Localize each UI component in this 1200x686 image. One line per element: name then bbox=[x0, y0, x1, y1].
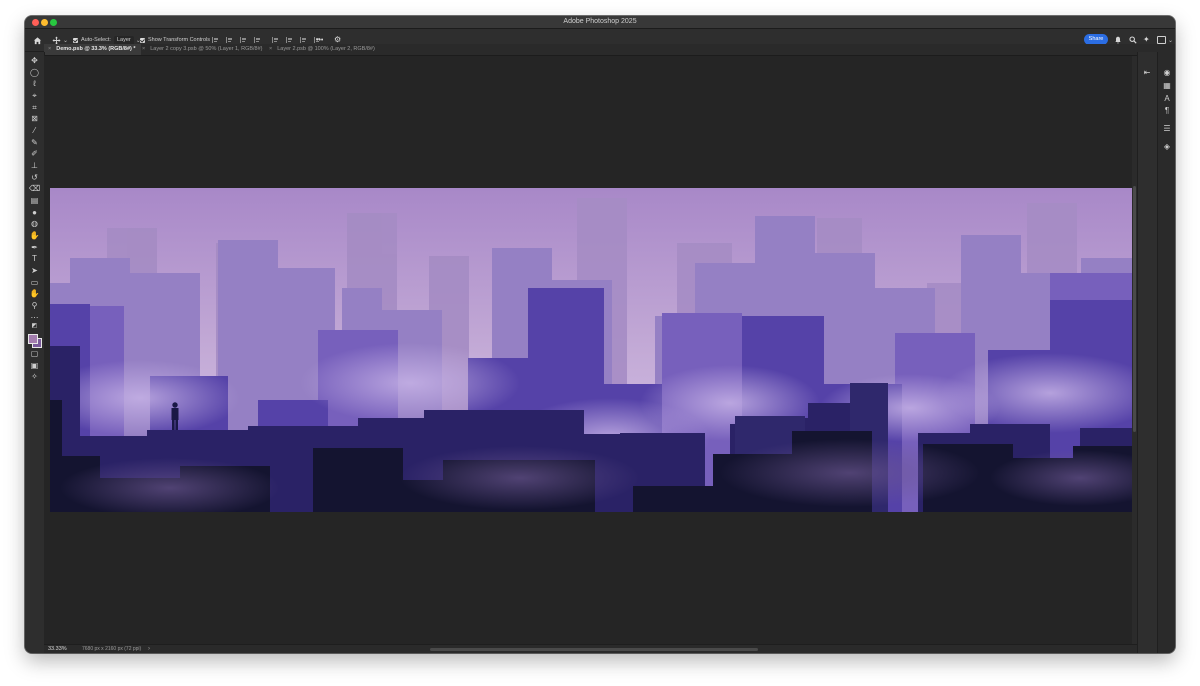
move-tool-icon[interactable]: ✥ bbox=[29, 56, 40, 65]
healing-brush-icon[interactable]: ✎ bbox=[29, 138, 40, 147]
foreground-color-swatch[interactable] bbox=[28, 334, 38, 344]
document-size: 7680 px x 2160 px (72 ppi) bbox=[82, 646, 142, 652]
hand-tool-icon[interactable]: ✋ bbox=[29, 289, 40, 298]
blur-tool-icon[interactable]: ● bbox=[29, 208, 40, 217]
character-icon[interactable]: A bbox=[1162, 94, 1172, 104]
align-middle-icon[interactable] bbox=[286, 37, 294, 43]
screen-mode-icon[interactable]: ▣ bbox=[29, 361, 40, 370]
path-selection-icon[interactable]: ➤ bbox=[29, 266, 40, 275]
bell-icon bbox=[1115, 36, 1121, 44]
generative-icon[interactable]: ✧ bbox=[29, 372, 40, 381]
auto-select-label: Auto-Select: bbox=[81, 37, 111, 43]
lasso-tool-icon[interactable]: ℓ bbox=[29, 79, 40, 88]
zoom-level[interactable]: 33.33% bbox=[48, 645, 67, 653]
status-menu-arrow[interactable]: › bbox=[148, 645, 150, 653]
object-selection-icon[interactable]: ⌖ bbox=[29, 91, 40, 100]
tab-layer-2[interactable]: × Layer 2.psb @ 100% (Layer 2, RGB/8#) bbox=[269, 44, 375, 55]
distribute-icon[interactable] bbox=[254, 37, 262, 43]
tab-demo[interactable]: × Demo.psb @ 33.3% (RGB/8#) * bbox=[44, 44, 141, 55]
collapse-panels-icon[interactable]: ⇤ bbox=[1142, 68, 1152, 78]
align-bottom-icon[interactable] bbox=[300, 37, 308, 43]
brush-tool-icon[interactable]: ✐ bbox=[29, 149, 40, 158]
tab-label: Layer 2 copy 3.psb @ 50% (Layer 1, RGB/8… bbox=[150, 46, 263, 52]
gradient-tool-icon[interactable]: ▤ bbox=[29, 196, 40, 205]
close-icon[interactable]: × bbox=[269, 46, 272, 52]
eyedropper-icon[interactable]: ⁄ bbox=[29, 126, 40, 135]
align-left-icon[interactable] bbox=[212, 37, 220, 43]
vertical-scroll-thumb[interactable] bbox=[1133, 186, 1136, 432]
title-bar: Adobe Photoshop 2025 bbox=[25, 16, 1175, 29]
quick-mask-icon[interactable]: ▢ bbox=[29, 349, 40, 358]
type-tool-icon[interactable]: T bbox=[29, 254, 40, 263]
eraser-icon[interactable]: ⌫ bbox=[29, 184, 40, 193]
zoom-tool-icon[interactable]: ⚲ bbox=[29, 301, 40, 310]
close-icon[interactable]: × bbox=[142, 46, 145, 52]
close-icon[interactable]: × bbox=[48, 46, 51, 52]
crop-tool-icon[interactable]: ⌗ bbox=[29, 103, 40, 112]
tab-label: Layer 2.psb @ 100% (Layer 2, RGB/8#) bbox=[277, 46, 375, 52]
app-title: Adobe Photoshop 2025 bbox=[563, 18, 637, 25]
history-brush-icon[interactable]: ↺ bbox=[29, 173, 40, 182]
horizontal-scroll-thumb[interactable] bbox=[430, 648, 758, 651]
dodge-round-icon[interactable]: ✋ bbox=[29, 231, 40, 240]
paragraph-icon[interactable]: ¶ bbox=[1162, 106, 1172, 116]
frame-tool-icon[interactable]: ⊠ bbox=[29, 114, 40, 123]
clone-stamp-icon[interactable]: ⊥ bbox=[29, 161, 40, 170]
city-skyline-artwork[interactable] bbox=[50, 188, 1132, 512]
libraries-icon[interactable]: ▦ bbox=[1162, 81, 1172, 91]
right-icon-panel: ◉ ▦ A ¶ ☰ ◈ bbox=[1157, 52, 1175, 653]
canvas-area[interactable] bbox=[44, 56, 1132, 644]
show-transform-label: Show Transform Controls bbox=[148, 37, 211, 43]
more-options-label: ••• bbox=[316, 36, 324, 44]
learn-icon[interactable]: ◉ bbox=[1162, 68, 1172, 78]
lightbulb-icon: ✦ bbox=[1143, 35, 1150, 44]
more-tools-icon[interactable]: ⋯ bbox=[29, 313, 40, 322]
search-icon bbox=[1129, 36, 1137, 44]
tab-layer-2-copy-3[interactable]: × Layer 2 copy 3.psb @ 50% (Layer 1, RGB/… bbox=[142, 44, 263, 55]
marquee-tool-icon[interactable]: ◯ bbox=[29, 68, 40, 77]
align-center-icon[interactable] bbox=[226, 37, 234, 43]
align-top-icon[interactable] bbox=[272, 37, 280, 43]
chevron-down-icon: ⌄ bbox=[1168, 37, 1174, 44]
default-colors-icon[interactable]: ◩ bbox=[29, 322, 40, 331]
adjustments-icon[interactable]: ☰ bbox=[1162, 124, 1172, 134]
pen-tool-icon[interactable]: ✒ bbox=[29, 243, 40, 252]
workspace-icon bbox=[1157, 36, 1166, 44]
show-transform-check-icon bbox=[140, 37, 145, 43]
gear-icon: ⚙ bbox=[334, 35, 342, 44]
document-tab-bar: × Demo.psb @ 33.3% (RGB/8#) * × Layer 2 co… bbox=[44, 44, 1175, 56]
align-right-icon[interactable] bbox=[240, 37, 248, 43]
auto-select-check-icon bbox=[73, 37, 78, 43]
tools-panel: ✥ ◯ ℓ ⌖ ⌗ ⊠ ⁄ ✎ ✐ ⊥ ↺ ⌫ ▤ ● ◍ ✋ ✒ T ➤ ▭ … bbox=[25, 52, 45, 653]
panel-dock-strip: ⇤ bbox=[1137, 52, 1158, 653]
photoshop-window: Adobe Photoshop 2025 ⌄ Auto-Select: Laye… bbox=[25, 16, 1175, 653]
home-icon bbox=[33, 36, 42, 44]
chevron-down-icon: ⌄ bbox=[63, 37, 69, 44]
status-bar: 33.33% 7680 px x 2160 px (72 ppi) › bbox=[44, 644, 1137, 653]
tab-label: Demo.psb @ 33.3% (RGB/8#) * bbox=[56, 46, 136, 52]
layers-icon[interactable]: ◈ bbox=[1162, 142, 1172, 152]
rectangle-tool-icon[interactable]: ▭ bbox=[29, 278, 40, 287]
home-button[interactable] bbox=[33, 29, 42, 51]
dodge-tool-icon[interactable]: ◍ bbox=[29, 219, 40, 228]
